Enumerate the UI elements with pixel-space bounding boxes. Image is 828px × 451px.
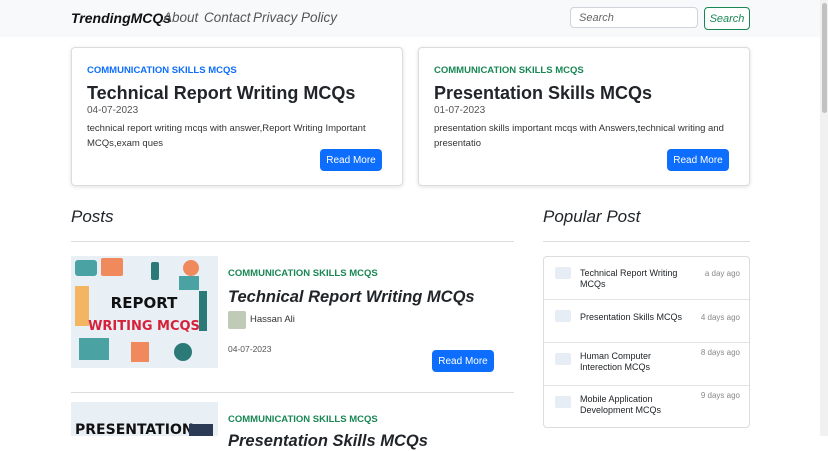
thumb-text: WRITING MCQS	[88, 319, 200, 334]
search-button[interactable]: Search	[704, 7, 750, 30]
post-category[interactable]: COMMUNICATION SKILLS MCQS	[228, 268, 378, 279]
post-title[interactable]: Technical Report Writing MCQs	[228, 288, 475, 307]
nav-link-contact[interactable]: Contact	[204, 10, 251, 25]
popular-post-thumbnail	[555, 396, 571, 408]
globe-icon	[174, 343, 192, 361]
document-icon	[131, 342, 149, 362]
camera-icon	[75, 260, 97, 276]
post-category[interactable]: COMMUNICATION SKILLS MCQS	[228, 414, 378, 425]
popular-post-time: 4 days ago	[700, 313, 740, 322]
popular-post-time: 8 days ago	[700, 348, 740, 357]
read-more-button[interactable]: Read More	[667, 149, 729, 171]
card-date: 01-07-2023	[434, 105, 486, 116]
scrollbar-thumb[interactable]	[822, 3, 827, 113]
popular-post-title[interactable]: Presentation Skills MCQs	[580, 312, 695, 323]
phone-icon	[151, 262, 159, 280]
popular-post-time: a day ago	[704, 269, 740, 278]
featured-card: COMMUNICATION SKILLS MCQS Presentation S…	[418, 47, 750, 186]
read-more-button[interactable]: Read More	[432, 350, 494, 372]
screen-icon	[189, 424, 213, 436]
post-thumbnail[interactable]: PRESENTATION	[71, 402, 218, 436]
popular-post-thumbnail	[555, 310, 571, 322]
monitor-icon	[179, 276, 199, 290]
nav-link-about[interactable]: About	[163, 10, 198, 25]
chart-icon	[79, 338, 109, 360]
posts-divider	[71, 392, 514, 393]
navbar: TrendingMCQs About Contact Privacy Polic…	[0, 0, 820, 37]
nav-link-privacy-policy[interactable]: Privacy Policy	[253, 10, 337, 25]
popular-post-thumbnail	[555, 267, 571, 279]
presentation-illustration: PRESENTATION	[71, 402, 218, 436]
popular-post-thumbnail	[555, 353, 571, 365]
report-writing-illustration: REPORT WRITING MCQS	[71, 256, 218, 368]
card-title[interactable]: Technical Report Writing MCQs	[87, 83, 355, 104]
post-title[interactable]: Presentation Skills MCQs	[228, 432, 428, 451]
post-thumbnail[interactable]: REPORT WRITING MCQS	[71, 256, 218, 368]
popular-post-title[interactable]: Technical Report Writing MCQs	[580, 268, 695, 290]
post-date: 04-07-2023	[228, 344, 272, 354]
read-more-button[interactable]: Read More	[320, 149, 382, 171]
popular-post-item[interactable]: Presentation Skills MCQs 4 days ago	[544, 300, 749, 343]
card-category[interactable]: COMMUNICATION SKILLS MCQS	[87, 65, 237, 76]
popular-post-title[interactable]: Mobile Application Development MCQs	[580, 394, 695, 416]
popular-post-title[interactable]: Human Computer Interection MCQs	[580, 351, 695, 373]
card-description: presentation skills important mcqs with …	[434, 123, 724, 149]
popular-post-item[interactable]: Mobile Application Development MCQs 9 da…	[544, 386, 749, 429]
popular-heading: Popular Post	[543, 207, 641, 226]
brand-logo[interactable]: TrendingMCQs	[71, 10, 171, 26]
popular-post-item[interactable]: Human Computer Interection MCQs 8 days a…	[544, 343, 749, 386]
author-name[interactable]: Hassan Ali	[250, 314, 295, 325]
posts-heading: Posts	[71, 207, 114, 226]
notebook-icon	[101, 258, 123, 276]
popular-post-time: 9 days ago	[700, 391, 740, 400]
posts-divider	[71, 241, 514, 242]
popular-post-item[interactable]: Technical Report Writing MCQs a day ago	[544, 257, 749, 300]
featured-card: COMMUNICATION SKILLS MCQS Technical Repo…	[71, 47, 403, 186]
author-avatar	[228, 311, 246, 329]
card-description: technical report writing mcqs with answe…	[87, 123, 366, 149]
card-date: 04-07-2023	[87, 105, 139, 116]
search-input[interactable]	[570, 7, 698, 28]
popular-divider	[543, 241, 750, 242]
thumb-text: REPORT	[111, 294, 178, 312]
thumb-text: PRESENTATION	[75, 422, 194, 436]
card-title[interactable]: Presentation Skills MCQs	[434, 83, 652, 104]
popular-post-list: Technical Report Writing MCQs a day ago …	[543, 256, 750, 428]
pencil-icon	[75, 286, 89, 326]
clock-icon	[183, 260, 199, 276]
ruler-icon	[199, 291, 207, 331]
card-category[interactable]: COMMUNICATION SKILLS MCQS	[434, 65, 584, 76]
